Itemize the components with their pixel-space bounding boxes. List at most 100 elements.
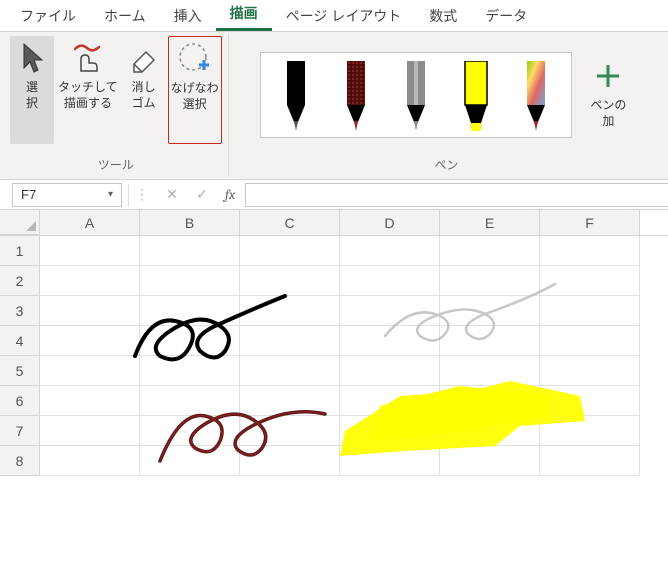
cell[interactable] [540,356,640,386]
cell[interactable] [440,356,540,386]
col-header[interactable]: D [340,210,440,235]
cell[interactable] [140,386,240,416]
select-all-corner[interactable] [0,210,40,235]
cell[interactable] [240,266,340,296]
cell[interactable] [240,386,340,416]
row-header[interactable]: 7 [0,416,40,446]
cell[interactable] [140,266,240,296]
tab-insert[interactable]: 挿入 [160,0,216,31]
row-header[interactable]: 4 [0,326,40,356]
cell[interactable] [440,416,540,446]
row-header[interactable]: 1 [0,236,40,266]
cell[interactable] [140,356,240,386]
cell[interactable] [240,236,340,266]
eraser-label: 消し ゴム [132,80,156,111]
cell[interactable] [240,446,340,476]
eraser-button[interactable]: 消し ゴム [122,36,166,144]
pen-dark-red[interactable] [335,61,377,135]
pen-add-label: ペンの 加 [590,98,626,129]
tab-page-layout[interactable]: ページ レイアウト [272,0,416,31]
cell[interactable] [440,326,540,356]
cell[interactable] [540,266,640,296]
cell[interactable] [140,416,240,446]
chevron-down-icon[interactable]: ▾ [108,189,113,200]
name-box[interactable]: F7 ▾ [12,183,122,207]
cell[interactable] [540,236,640,266]
cell[interactable] [40,416,140,446]
cell[interactable] [140,446,240,476]
cell[interactable] [40,296,140,326]
cell[interactable] [240,296,340,326]
tab-formulas[interactable]: 数式 [415,0,471,31]
cell[interactable] [540,446,640,476]
cell[interactable] [40,266,140,296]
tab-draw[interactable]: 描画 [216,0,272,31]
cell[interactable] [340,296,440,326]
select-label: 選 択 [26,80,38,111]
drag-handle-icon[interactable]: ⋮ [129,183,155,207]
cell[interactable] [340,326,440,356]
row-header[interactable]: 8 [0,446,40,476]
cell[interactable] [540,296,640,326]
touch-draw-label: タッチして 描画する [58,80,118,111]
cell[interactable] [340,236,440,266]
cell[interactable] [340,266,440,296]
cell[interactable] [40,356,140,386]
col-header[interactable]: A [40,210,140,235]
name-box-value: F7 [21,187,36,202]
enter-formula-button[interactable]: ✓ [189,183,215,207]
cell[interactable] [40,446,140,476]
cell[interactable] [40,386,140,416]
cell[interactable] [340,446,440,476]
row-header[interactable]: 5 [0,356,40,386]
cell[interactable] [240,416,340,446]
cell[interactable] [340,356,440,386]
col-header[interactable]: E [440,210,540,235]
pen-gray-pencil[interactable] [395,61,437,135]
tab-file[interactable]: ファイル [6,0,90,31]
cell[interactable] [240,356,340,386]
col-header[interactable]: F [540,210,640,235]
cell[interactable] [440,296,540,326]
tools-group-label: ツール [98,154,134,175]
cell[interactable] [340,386,440,416]
pen-group-label: ペン [434,154,458,175]
row-header[interactable]: 3 [0,296,40,326]
cell[interactable] [140,236,240,266]
cell[interactable] [40,236,140,266]
cell[interactable] [440,266,540,296]
cancel-formula-button[interactable]: ✕ [159,183,185,207]
cell[interactable] [140,296,240,326]
col-header[interactable]: B [140,210,240,235]
pen-rainbow[interactable] [515,61,557,135]
eraser-icon [126,40,162,76]
row-header[interactable]: 2 [0,266,40,296]
formula-input[interactable] [245,183,668,207]
cell[interactable] [440,386,540,416]
col-header[interactable]: C [240,210,340,235]
fx-icon[interactable]: fx [219,186,241,203]
cell[interactable] [240,326,340,356]
pen-gallery[interactable] [260,52,572,138]
cell[interactable] [40,326,140,356]
cursor-icon [14,40,50,76]
lasso-label: なげなわ 選択 [171,81,219,112]
row-header[interactable]: 6 [0,386,40,416]
lasso-select-button[interactable]: なげなわ 選択 [168,36,222,144]
cell[interactable] [140,326,240,356]
cell[interactable] [340,416,440,446]
cell[interactable] [440,236,540,266]
lasso-icon [177,41,213,77]
cell[interactable] [540,326,640,356]
plus-icon [593,61,623,94]
select-button[interactable]: 選 択 [10,36,54,144]
touch-draw-button[interactable]: タッチして 描画する [56,36,120,144]
cell[interactable] [540,416,640,446]
tab-home[interactable]: ホーム [90,0,160,31]
pen-yellow-highlighter[interactable] [455,61,497,135]
cell[interactable] [440,446,540,476]
cell[interactable] [540,386,640,416]
pen-black[interactable] [275,61,317,135]
tab-data[interactable]: データ [471,0,541,31]
pen-add-button[interactable]: ペンの 加 [584,55,632,135]
